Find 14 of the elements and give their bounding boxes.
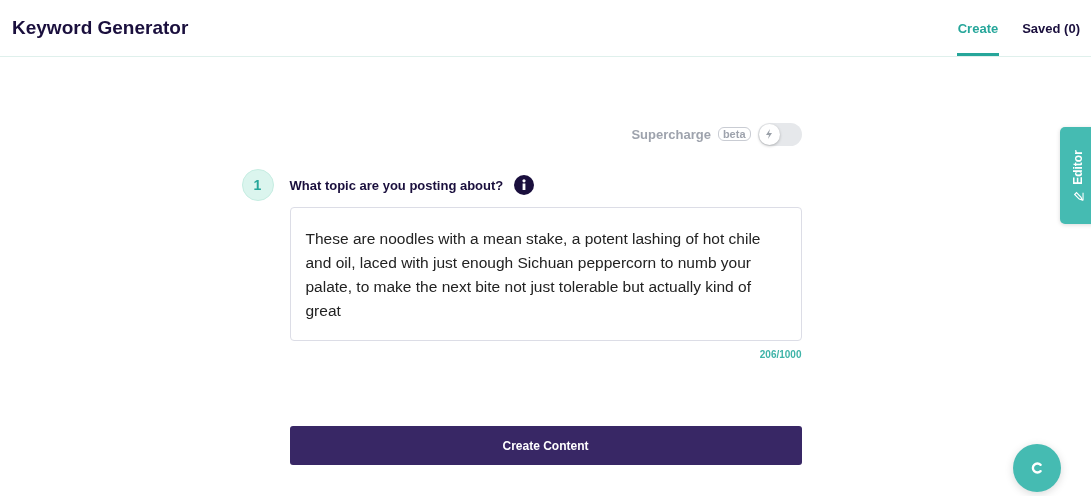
- lightning-icon: [763, 128, 775, 140]
- app-title: Keyword Generator: [12, 17, 189, 39]
- topic-input[interactable]: These are noodles with a mean stake, a potent lashing of hot chile and oil, laced with just enough Sichuan peppercorn to numb your palate, to make the next bite not just tolerable but actually kind of great: [289, 207, 802, 341]
- character-counter: 206/1000: [759, 349, 802, 360]
- beta-badge: beta: [717, 127, 751, 141]
- step-number: 1: [241, 169, 274, 201]
- pencil-icon: [1072, 190, 1083, 202]
- question-label: What topic are you posting about?: [289, 177, 504, 193]
- create-content-button[interactable]: Create Content: [289, 426, 802, 465]
- supercharge-label: Supercharge: [631, 126, 711, 142]
- supercharge-toggle[interactable]: [757, 122, 802, 146]
- nav-tab[interactable]: Saved (0): [1021, 0, 1081, 56]
- info-icon[interactable]: [514, 175, 535, 195]
- chat-button[interactable]: [1013, 444, 1061, 492]
